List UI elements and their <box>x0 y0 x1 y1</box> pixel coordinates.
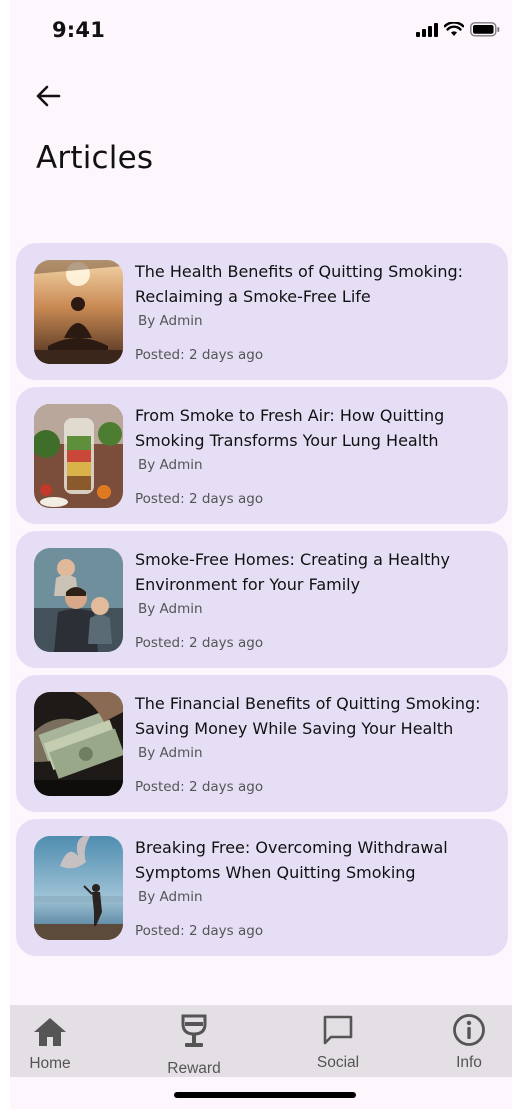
status-time: 9:41 <box>52 18 106 42</box>
woman-by-lake-photo <box>34 836 123 940</box>
chat-bubble-icon <box>322 1014 354 1050</box>
article-title: The Health Benefits of Quitting Smoking:… <box>135 262 464 306</box>
nav-home-label: Home <box>29 1055 71 1072</box>
article-posted-date: Posted: 2 days ago <box>135 491 264 507</box>
trophy-icon <box>181 1014 207 1054</box>
page-title: Articles <box>36 140 154 176</box>
article-author: By Admin <box>138 745 203 761</box>
family-photo <box>34 548 123 652</box>
bottom-navigation: Home Reward Social Info <box>10 1005 512 1077</box>
article-author: By Admin <box>138 313 203 329</box>
article-card[interactable]: Smoke-Free Homes: Creating a Healthy Env… <box>16 531 508 668</box>
article-author: By Admin <box>138 457 203 473</box>
article-posted-date: Posted: 2 days ago <box>135 923 264 939</box>
nav-reward[interactable]: Reward <box>160 1005 228 1077</box>
salad-jar-photo <box>34 404 123 508</box>
signal-icon <box>416 22 438 41</box>
article-card[interactable]: From Smoke to Fresh Air: How Quitting Sm… <box>16 387 508 524</box>
app-screen: 9:41 Articles The Health Benefits of Qui… <box>10 0 512 1109</box>
article-card[interactable]: The Health Benefits of Quitting Smoking:… <box>16 243 508 380</box>
article-title: Breaking Free: Overcoming Withdrawal Sym… <box>135 838 448 882</box>
nav-info-label: Info <box>456 1054 482 1071</box>
article-card[interactable]: Breaking Free: Overcoming Withdrawal Sym… <box>16 819 508 956</box>
home-icon <box>33 1017 67 1051</box>
nav-social-label: Social <box>316 1054 360 1071</box>
article-list: The Health Benefits of Quitting Smoking:… <box>16 243 508 963</box>
info-icon <box>452 1013 486 1051</box>
battery-icon <box>470 22 500 41</box>
meditation-sunset-photo <box>34 260 123 364</box>
status-bar: 9:41 <box>10 0 512 62</box>
back-button[interactable] <box>32 82 64 114</box>
nav-info[interactable]: Info <box>448 1005 490 1077</box>
wifi-icon <box>443 21 465 41</box>
status-icons <box>416 21 500 41</box>
nav-home[interactable]: Home <box>24 1005 76 1077</box>
article-title: From Smoke to Fresh Air: How Quitting Sm… <box>135 406 445 450</box>
article-posted-date: Posted: 2 days ago <box>135 779 264 795</box>
article-author: By Admin <box>138 601 203 617</box>
article-title: The Financial Benefits of Quitting Smoki… <box>135 694 481 738</box>
arrow-left-icon <box>35 85 61 111</box>
article-posted-date: Posted: 2 days ago <box>135 347 264 363</box>
home-indicator <box>174 1092 356 1098</box>
article-posted-date: Posted: 2 days ago <box>135 635 264 651</box>
nav-reward-label: Reward <box>167 1060 221 1077</box>
article-title: Smoke-Free Homes: Creating a Healthy Env… <box>135 550 450 594</box>
article-card[interactable]: The Financial Benefits of Quitting Smoki… <box>16 675 508 812</box>
nav-social[interactable]: Social <box>310 1005 366 1077</box>
article-author: By Admin <box>138 889 203 905</box>
money-in-hands-photo <box>34 692 123 796</box>
